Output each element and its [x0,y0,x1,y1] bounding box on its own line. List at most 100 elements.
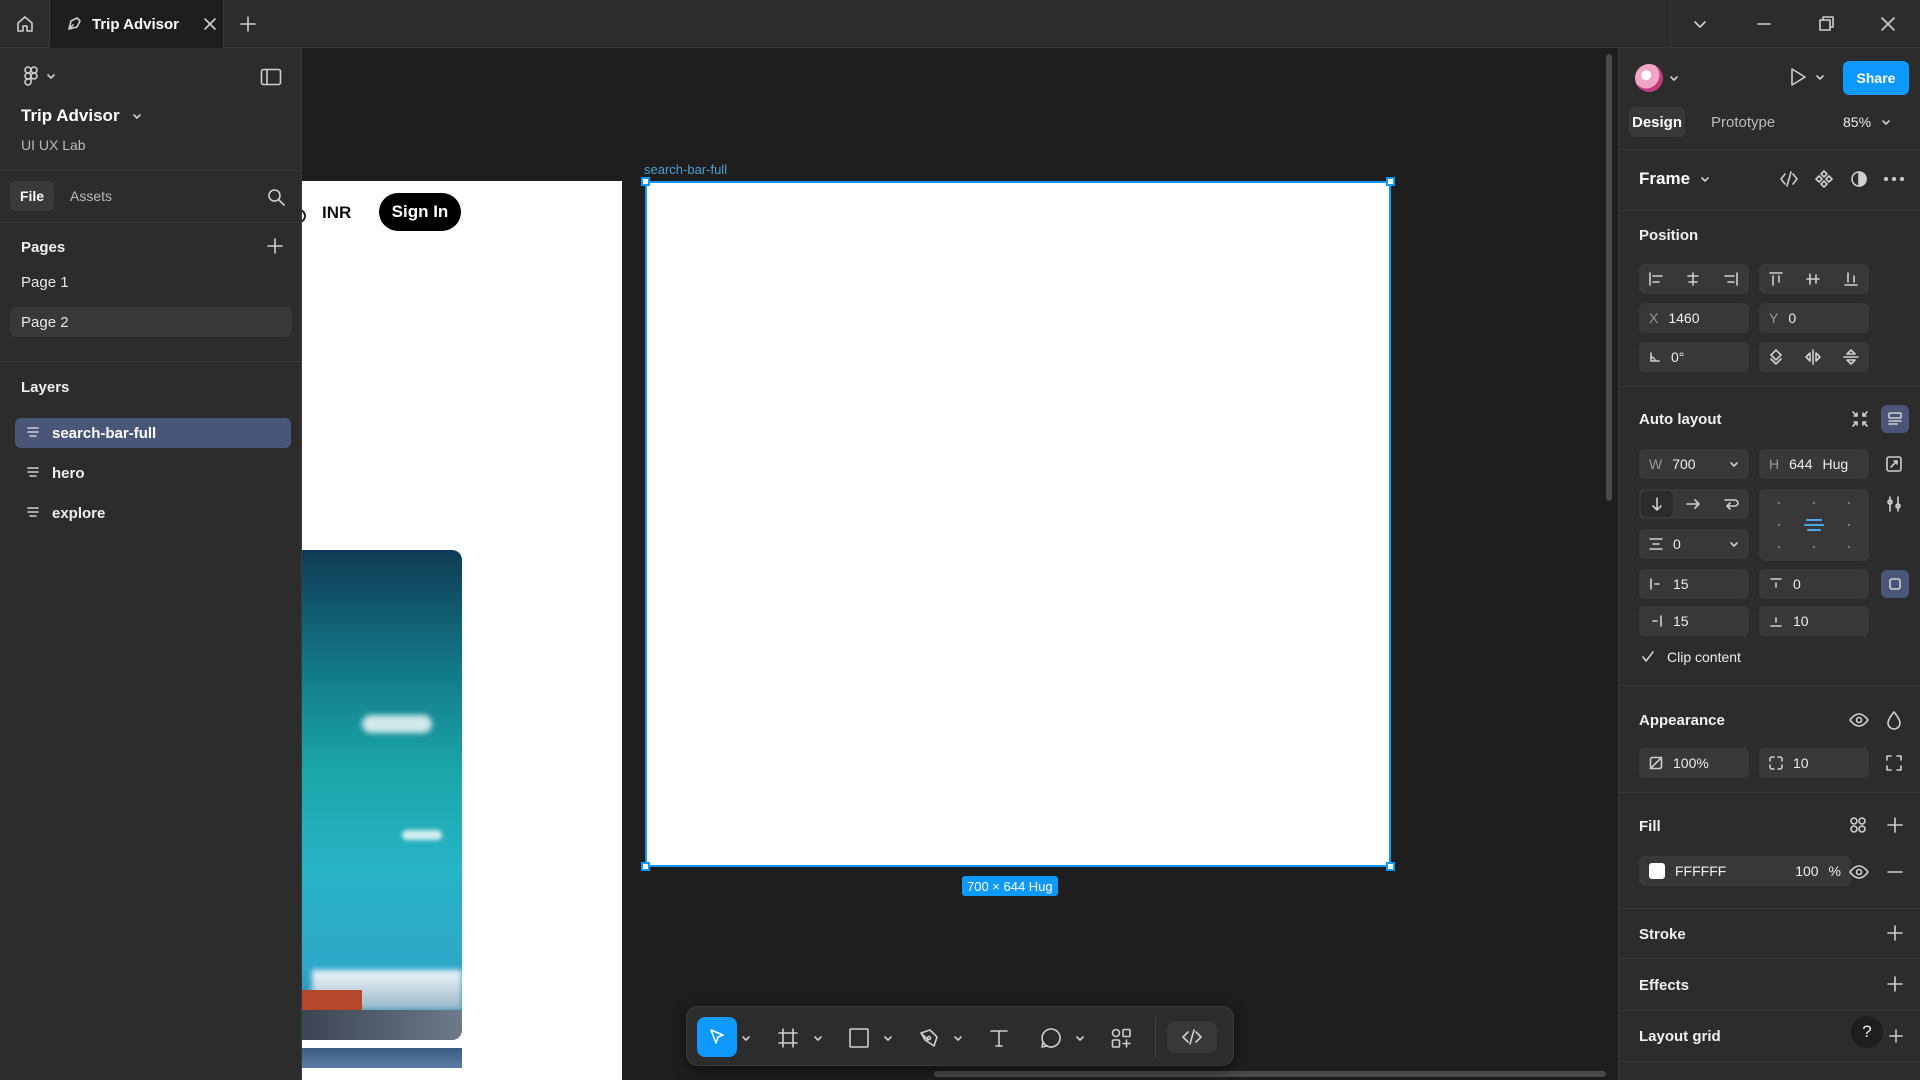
resize-handle[interactable] [641,177,650,186]
layer-item[interactable]: explore [15,498,291,528]
frame-tool-icon[interactable] [777,1027,799,1049]
eye-icon[interactable] [1849,862,1869,882]
resize-to-fit-icon[interactable] [1885,455,1903,473]
canvas[interactable]: INR Sign In search-bar-full 700 × 644 Hu… [302,48,1618,1080]
code-icon[interactable] [1779,170,1799,188]
text-tool-icon[interactable] [988,1027,1010,1049]
pen-tool-icon[interactable] [918,1027,940,1049]
plus-icon[interactable] [1886,924,1904,942]
arrow-down-icon[interactable] [1649,496,1665,512]
collapse-icon[interactable] [1851,410,1869,428]
tab-prototype[interactable]: Prototype [1711,114,1775,131]
page-item-selected[interactable]: Page 2 [10,307,292,337]
layer-item[interactable]: hero [15,458,291,488]
close-window-button[interactable] [1878,14,1898,34]
y-position-field[interactable]: Y 0 [1759,303,1869,333]
chevron-down-icon[interactable] [813,1033,823,1043]
plus-icon[interactable] [1886,975,1904,993]
wrap-icon[interactable] [1723,496,1739,512]
height-field[interactable]: H 644 Hug [1759,449,1869,479]
chevron-down-icon [1882,120,1890,125]
dev-mode-toggle[interactable] [1167,1021,1217,1053]
dropdown-button[interactable] [1690,14,1710,34]
sign-in-button[interactable]: Sign In [379,193,461,231]
move-tool-button[interactable] [697,1017,737,1057]
share-button[interactable]: Share [1843,61,1909,95]
align-right-icon[interactable] [1723,271,1739,287]
chevron-down-icon[interactable] [1075,1033,1085,1043]
actions-icon[interactable] [1110,1027,1132,1049]
more-icon[interactable] [1883,176,1905,182]
align-middle-icon[interactable] [1805,271,1821,287]
vertical-scrollbar[interactable] [1606,54,1612,501]
page-item[interactable]: Page 1 [10,267,292,297]
opacity-field[interactable]: 100% [1639,748,1749,778]
user-avatar-button[interactable] [1635,64,1679,92]
independent-padding-toggle[interactable] [1881,570,1909,598]
align-center-icon[interactable] [1685,271,1701,287]
flip-vertical-icon[interactable] [1843,349,1859,365]
help-button[interactable]: ? [1851,1016,1883,1048]
clip-content-checkbox[interactable]: Clip content [1641,649,1741,665]
frame-label[interactable]: search-bar-full [644,162,727,177]
zoom-dropdown[interactable]: 85% [1843,114,1891,130]
new-tab-button[interactable] [236,12,260,36]
chevron-down-icon[interactable] [883,1033,893,1043]
align-left-icon[interactable] [1648,271,1664,287]
padding-top-field[interactable]: 0 [1759,569,1869,599]
present-button[interactable] [1787,66,1825,88]
chevron-down-icon[interactable] [741,1033,751,1043]
comment-tool-icon[interactable] [1040,1027,1062,1049]
fill-color-field[interactable]: FFFFFF 100 % [1639,856,1851,886]
color-swatch[interactable] [1649,863,1665,879]
x-position-field[interactable]: X 1460 [1639,303,1749,333]
auto-layout-toggle[interactable] [1881,405,1909,433]
align-top-icon[interactable] [1768,271,1784,287]
toggle-sidebar-button[interactable] [260,68,282,86]
add-page-button[interactable] [267,238,283,254]
search-bar-full-frame[interactable] [645,181,1391,867]
gap-field[interactable]: 0 [1639,529,1749,559]
minus-icon[interactable] [1886,863,1904,881]
hero-frame[interactable]: INR Sign In [302,181,622,1080]
arrow-right-icon[interactable] [1685,496,1701,512]
mask-icon[interactable] [1850,170,1868,188]
horizontal-scrollbar[interactable] [934,1071,1606,1077]
chevron-down-icon[interactable] [953,1033,963,1043]
minimize-button[interactable] [1754,14,1774,34]
blend-mode-icon[interactable] [1886,710,1902,730]
corner-radius-field[interactable]: 10 [1759,748,1869,778]
styles-icon[interactable] [1849,816,1867,834]
resize-handle[interactable] [1386,862,1395,871]
component-icon[interactable] [1815,170,1833,188]
layer-item-selected[interactable]: search-bar-full [15,418,291,448]
main-menu-button[interactable] [22,66,56,86]
home-button[interactable] [0,0,50,48]
tab-design[interactable]: Design [1629,107,1685,137]
resize-handle[interactable] [641,862,650,871]
restore-button[interactable] [1816,14,1836,34]
padding-left-field[interactable]: 15 [1639,569,1749,599]
rotation-field[interactable]: 0° [1639,342,1749,372]
individual-corners-icon[interactable] [1885,754,1903,772]
resize-handle[interactable] [1386,177,1395,186]
search-layers-button[interactable] [267,188,285,206]
frame-type-dropdown[interactable]: Frame [1639,169,1710,189]
width-field[interactable]: W 700 [1639,449,1749,479]
alignment-grid[interactable] [1759,489,1869,561]
layout-settings-icon[interactable] [1885,495,1903,513]
project-name-button[interactable]: Trip Advisor [21,106,142,126]
eye-icon[interactable] [1849,710,1869,730]
tab-assets[interactable]: Assets [70,188,112,204]
padding-bottom-field[interactable]: 10 [1759,606,1869,636]
rotate-icon[interactable] [1768,349,1784,365]
tab-file[interactable]: File [10,181,54,211]
align-bottom-icon[interactable] [1843,271,1859,287]
plus-icon[interactable] [1886,816,1904,834]
tab-trip-advisor[interactable]: Trip Advisor [50,0,224,48]
flip-horizontal-icon[interactable] [1805,349,1821,365]
plus-icon[interactable] [1888,1028,1904,1044]
rectangle-tool-icon[interactable] [848,1027,870,1049]
close-tab-icon[interactable] [203,17,217,31]
padding-right-field[interactable]: 15 [1639,606,1749,636]
